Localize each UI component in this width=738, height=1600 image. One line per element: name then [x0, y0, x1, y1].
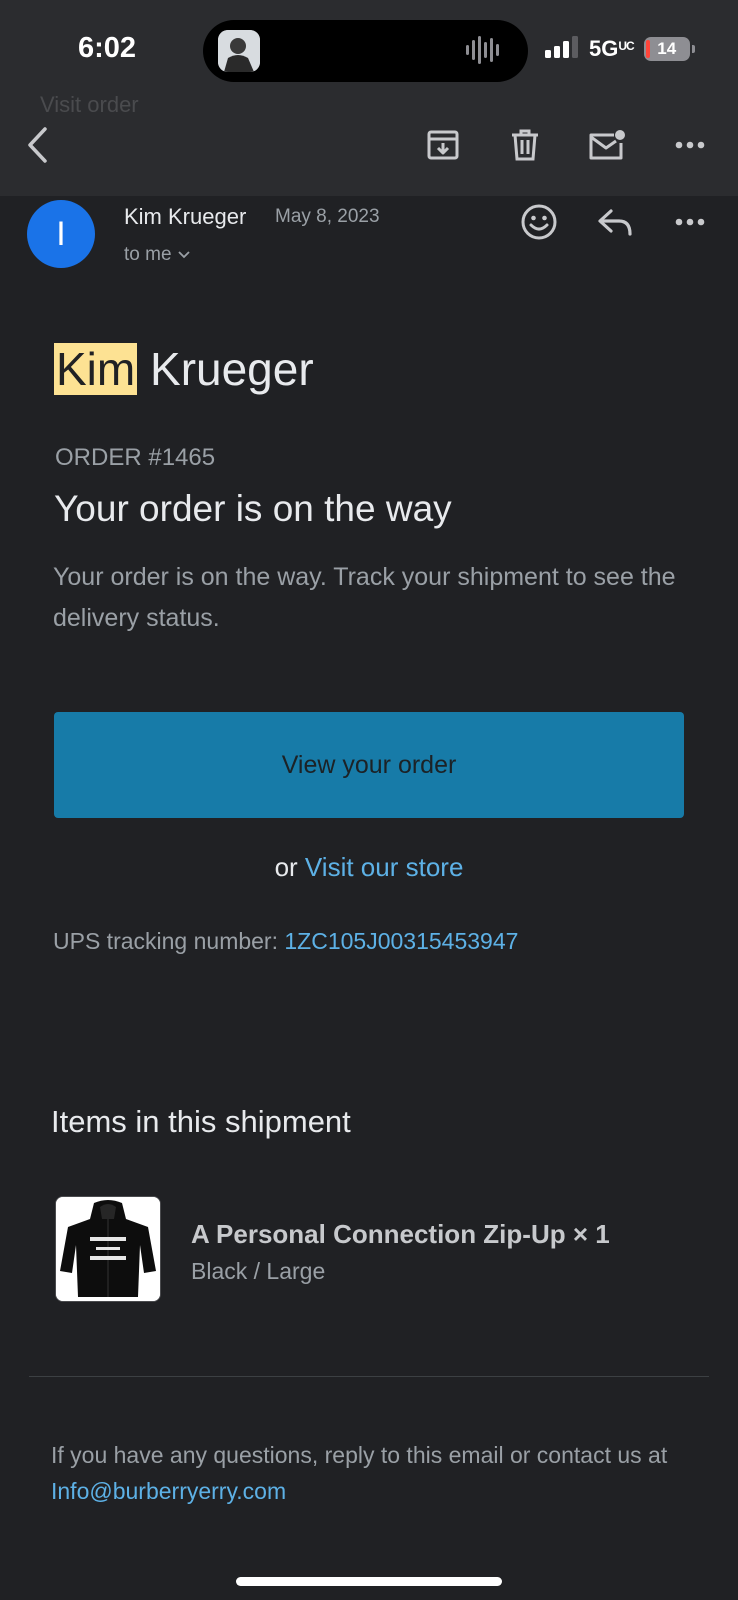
store-name-rest: Krueger — [137, 343, 314, 395]
email-description: Your order is on the way. Track your shi… — [53, 563, 676, 632]
sender-name: Kim Krueger — [124, 204, 247, 229]
network-label: 5GUC — [589, 36, 635, 62]
reply-button[interactable] — [593, 200, 637, 244]
signal-icon — [545, 35, 579, 63]
background-preview-text: Visit order — [40, 92, 139, 117]
tracking-line: UPS tracking number: 1ZC105J00315453947 — [53, 928, 518, 955]
delete-button[interactable] — [505, 125, 545, 165]
footer-divider — [29, 1376, 709, 1377]
now-playing-artwork — [218, 30, 260, 72]
chevron-left-icon — [28, 127, 47, 163]
emoji-icon — [521, 204, 557, 240]
status-indicators: 5GUC 14 — [545, 32, 695, 66]
more-options-button[interactable] — [670, 125, 710, 165]
reply-icon — [598, 209, 632, 236]
tracking-label: UPS tracking number: — [53, 928, 285, 954]
audio-waveform-icon — [466, 36, 502, 69]
status-time: 6:02 — [78, 32, 137, 64]
search-highlight: Kim — [54, 343, 138, 395]
view-order-button[interactable]: View your order — [54, 712, 684, 818]
battery-level: 14 — [657, 39, 677, 58]
store-link-line: or Visit our store — [0, 852, 738, 883]
order-number: ORDER #1465 — [55, 444, 216, 471]
network-type: 5G — [589, 36, 619, 61]
recipient-details-toggle[interactable]: to me — [124, 244, 190, 266]
chevron-down-icon — [177, 251, 190, 259]
footer-message: If you have any questions, reply to this… — [51, 1442, 668, 1468]
tracking-number-link[interactable]: 1ZC105J00315453947 — [284, 928, 518, 954]
more-horizontal-icon — [675, 218, 705, 226]
items-heading: Items in this shipment — [51, 1104, 351, 1139]
archive-button[interactable] — [423, 125, 463, 165]
item-name: A Personal Connection Zip-Up × 1 — [191, 1219, 610, 1249]
or-text: or — [274, 852, 305, 882]
email-date: May 8, 2023 — [275, 206, 380, 227]
trash-icon — [512, 129, 538, 161]
more-horizontal-icon — [675, 141, 705, 149]
mark-unread-button[interactable] — [587, 125, 627, 165]
visit-store-link[interactable]: Visit our store — [305, 852, 463, 882]
support-email-link[interactable]: Info@burberryerry.com — [51, 1478, 286, 1504]
sender-avatar[interactable]: I — [27, 200, 95, 268]
item-thumbnail[interactable] — [55, 1196, 161, 1302]
back-button[interactable] — [18, 125, 58, 165]
message-more-button[interactable] — [668, 200, 712, 244]
email-headline: Your order is on the way — [54, 488, 452, 529]
network-suffix: UC — [618, 39, 634, 53]
store-name-heading: Kim Krueger — [54, 342, 314, 396]
mail-unread-icon — [589, 130, 625, 160]
footer-text: If you have any questions, reply to this… — [51, 1437, 701, 1509]
item-variant: Black / Large — [191, 1258, 326, 1284]
add-reaction-button[interactable] — [517, 200, 561, 244]
home-indicator[interactable] — [236, 1577, 502, 1586]
archive-icon — [427, 130, 459, 160]
hoodie-image — [56, 1197, 160, 1301]
battery-icon: 14 — [643, 37, 695, 61]
recipient-label: to me — [124, 244, 172, 265]
